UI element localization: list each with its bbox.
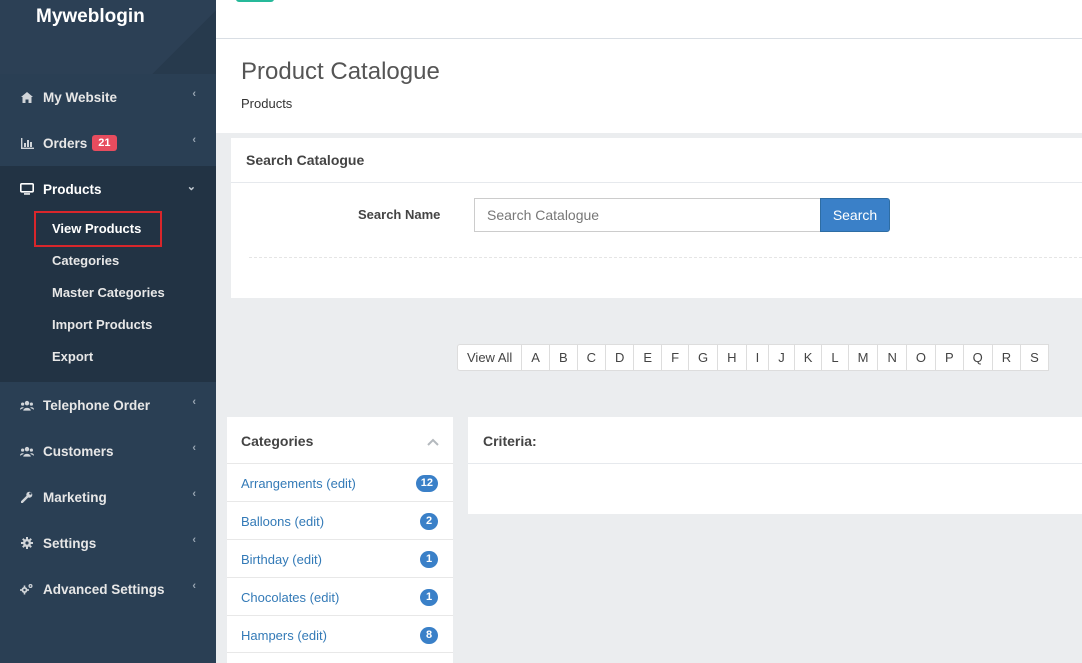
sidebar-item-telephone-order[interactable]: Telephone Order ‹ xyxy=(0,382,216,428)
bar-chart-icon xyxy=(20,136,34,150)
sidebar-item-settings[interactable]: Settings ‹ xyxy=(0,520,216,566)
category-row[interactable]: Birthday (edit) 1 xyxy=(227,539,453,577)
breadcrumb: Products xyxy=(241,96,293,111)
category-row[interactable]: Chocolates (edit) 1 xyxy=(227,577,453,615)
alpha-n[interactable]: N xyxy=(877,344,907,371)
alpha-c[interactable]: C xyxy=(576,344,607,371)
sidebar-item-my-website[interactable]: My Website ‹ xyxy=(0,74,216,120)
alpha-l[interactable]: L xyxy=(821,344,849,371)
alpha-r[interactable]: R xyxy=(991,344,1022,371)
category-link[interactable]: Chocolates (edit) xyxy=(241,590,339,605)
chevron-down-icon: ⌄ xyxy=(186,181,196,193)
alpha-d[interactable]: D xyxy=(605,344,635,371)
sidebar: Myweblogin My Website ‹ Orders 21 ‹ Prod… xyxy=(0,0,216,663)
submenu-import-products[interactable]: Import Products xyxy=(52,317,152,332)
category-link[interactable]: Birthday (edit) xyxy=(241,552,322,567)
alpha-j[interactable]: J xyxy=(768,344,795,371)
chevron-left-icon: ‹ xyxy=(192,534,196,546)
category-count-badge: 12 xyxy=(415,475,438,492)
gear-icon xyxy=(20,536,34,550)
sidebar-item-label: Advanced Settings xyxy=(43,581,165,597)
page-header: Product Catalogue Products xyxy=(216,39,1082,133)
chevron-left-icon: ‹ xyxy=(192,396,196,408)
gears-icon xyxy=(20,582,34,596)
view-products-highlight xyxy=(34,211,162,247)
alpha-m[interactable]: M xyxy=(847,344,879,371)
alpha-i[interactable]: I xyxy=(745,344,770,371)
brand-area: Myweblogin xyxy=(0,0,216,74)
alpha-f[interactable]: F xyxy=(661,344,690,371)
chevron-up-icon[interactable] xyxy=(427,433,439,451)
sidebar-item-marketing[interactable]: Marketing ‹ xyxy=(0,474,216,520)
search-button[interactable]: Search xyxy=(820,198,890,232)
alphabet-pagination: View All A B C D E F G H I J K L M N O P… xyxy=(457,344,1049,371)
divider xyxy=(231,182,1082,183)
sidebar-item-label: Telephone Order xyxy=(43,397,151,413)
alpha-k[interactable]: K xyxy=(793,344,823,371)
sidebar-item-products[interactable]: Products ⌄ xyxy=(0,166,216,212)
category-row[interactable]: Arrangements (edit) 12 xyxy=(227,463,453,501)
alpha-s[interactable]: S xyxy=(1020,344,1049,371)
sidebar-item-label: Customers xyxy=(43,443,114,459)
chevron-left-icon: ‹ xyxy=(192,134,196,146)
category-row[interactable]: Balloons (edit) 2 xyxy=(227,501,453,539)
top-toggle-button[interactable] xyxy=(236,0,274,2)
category-count-badge: 1 xyxy=(420,589,438,606)
chevron-left-icon: ‹ xyxy=(192,88,196,100)
category-count-badge: 1 xyxy=(420,551,438,568)
sidebar-item-label: Orders xyxy=(43,135,88,151)
sidebar-item-label: Settings xyxy=(43,535,97,551)
search-name-label: Search Name xyxy=(358,207,441,222)
category-row[interactable]: Hampers (edit) 8 xyxy=(227,615,453,653)
alpha-g[interactable]: G xyxy=(688,344,719,371)
alpha-a[interactable]: A xyxy=(521,344,550,371)
alpha-h[interactable]: H xyxy=(717,344,747,371)
alpha-view-all[interactable]: View All xyxy=(457,344,523,371)
dashed-divider xyxy=(249,257,1082,258)
categories-panel: Categories Arrangements (edit) 12 Balloo… xyxy=(227,417,453,663)
home-icon xyxy=(20,90,34,104)
brand-logo[interactable]: Myweblogin xyxy=(36,6,145,28)
search-panel: Search Catalogue Search Name Search xyxy=(231,138,1082,298)
divider xyxy=(468,463,1082,464)
desktop-icon xyxy=(20,182,34,196)
users-icon xyxy=(20,398,34,412)
sidebar-item-label: Marketing xyxy=(43,489,107,505)
chevron-left-icon: ‹ xyxy=(192,442,196,454)
category-link[interactable]: Balloons (edit) xyxy=(241,514,324,529)
search-panel-title: Search Catalogue xyxy=(246,152,365,168)
submenu-export[interactable]: Export xyxy=(52,349,93,364)
users-icon xyxy=(20,444,34,458)
sidebar-item-customers[interactable]: Customers ‹ xyxy=(0,428,216,474)
alpha-o[interactable]: O xyxy=(905,344,936,371)
categories-title: Categories xyxy=(241,433,314,449)
alpha-e[interactable]: E xyxy=(633,344,663,371)
submenu-categories[interactable]: Categories xyxy=(52,253,119,268)
chevron-left-icon: ‹ xyxy=(192,580,196,592)
alpha-q[interactable]: Q xyxy=(962,344,993,371)
category-count-badge: 8 xyxy=(420,627,438,644)
sidebar-item-label: My Website xyxy=(43,89,118,105)
top-navbar xyxy=(216,0,1082,39)
chevron-left-icon: ‹ xyxy=(192,488,196,500)
sidebar-item-orders[interactable]: Orders 21 ‹ xyxy=(0,120,216,166)
criteria-title: Criteria: xyxy=(483,433,537,449)
category-link[interactable]: Arrangements (edit) xyxy=(241,476,356,491)
search-input[interactable] xyxy=(474,198,821,232)
wrench-icon xyxy=(20,490,34,504)
alpha-b[interactable]: B xyxy=(548,344,578,371)
orders-count-badge: 21 xyxy=(92,135,117,151)
sidebar-item-label: Products xyxy=(43,181,102,197)
criteria-panel: Criteria: xyxy=(468,417,1082,514)
sidebar-item-advanced-settings[interactable]: Advanced Settings ‹ xyxy=(0,566,216,612)
submenu-master-categories[interactable]: Master Categories xyxy=(52,285,165,300)
category-count-badge: 2 xyxy=(420,513,438,530)
category-link[interactable]: Hampers (edit) xyxy=(241,628,327,643)
alpha-p[interactable]: P xyxy=(934,344,964,371)
page-title: Product Catalogue xyxy=(241,58,440,85)
